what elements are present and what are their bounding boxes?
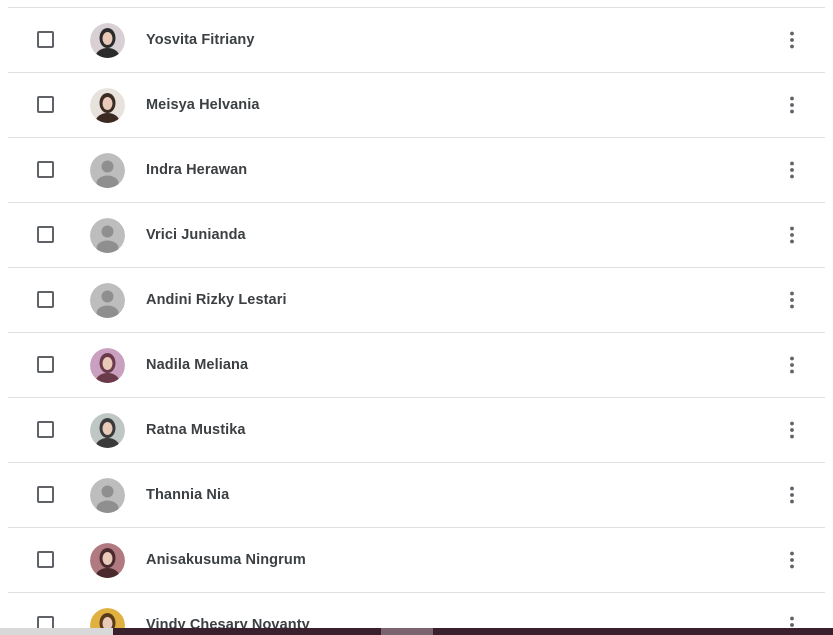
checkbox-unchecked-icon[interactable] xyxy=(37,551,54,568)
checkbox-unchecked-icon[interactable] xyxy=(37,356,54,373)
checkbox-unchecked-icon[interactable] xyxy=(37,96,54,113)
more-vert-icon[interactable] xyxy=(780,418,804,442)
list-item[interactable]: Nadila Meliana xyxy=(8,333,825,398)
default-avatar-icon xyxy=(90,218,125,253)
default-avatar-icon xyxy=(90,153,125,188)
checkbox-unchecked-icon[interactable] xyxy=(37,226,54,243)
more-vert-icon[interactable] xyxy=(780,93,804,117)
list-item[interactable]: Thannia Nia xyxy=(8,463,825,528)
list-item[interactable]: Ratna Mustika xyxy=(8,398,825,463)
taskbar-active-app[interactable] xyxy=(381,628,433,635)
more-vert-icon[interactable] xyxy=(780,353,804,377)
default-avatar-icon xyxy=(90,478,125,513)
checkbox-unchecked-icon[interactable] xyxy=(37,421,54,438)
default-avatar-icon xyxy=(90,283,125,318)
taskbar xyxy=(0,628,833,635)
list-item[interactable]: Meisya Helvania xyxy=(8,73,825,138)
checkbox-unchecked-icon[interactable] xyxy=(37,161,54,178)
person-name: Meisya Helvania xyxy=(146,97,260,113)
person-name: Vrici Junianda xyxy=(146,227,246,243)
more-vert-icon[interactable] xyxy=(780,483,804,507)
checkbox-unchecked-icon[interactable] xyxy=(37,291,54,308)
more-vert-icon[interactable] xyxy=(780,28,804,52)
person-name: Anisakusuma Ningrum xyxy=(146,552,306,568)
avatar xyxy=(90,88,125,123)
person-name: Thannia Nia xyxy=(146,487,230,503)
more-vert-icon[interactable] xyxy=(780,158,804,182)
list-item[interactable]: Andini Rizky Lestari xyxy=(8,268,825,333)
avatar xyxy=(90,413,125,448)
people-list: Yosvita Fitriany Meisya Helvania Indra Her… xyxy=(0,0,833,635)
taskbar-app-strip xyxy=(113,628,833,635)
avatar xyxy=(90,23,125,58)
person-name: Andini Rizky Lestari xyxy=(146,292,287,308)
list-item[interactable]: Vrici Junianda xyxy=(8,203,825,268)
person-name: Yosvita Fitriany xyxy=(146,32,255,48)
more-vert-icon[interactable] xyxy=(780,548,804,572)
person-name: Ratna Mustika xyxy=(146,422,246,438)
avatar xyxy=(90,543,125,578)
list-item[interactable]: Anisakusuma Ningrum xyxy=(8,528,825,593)
person-name: Indra Herawan xyxy=(146,162,248,178)
checkbox-unchecked-icon[interactable] xyxy=(37,486,54,503)
avatar xyxy=(90,348,125,383)
list-item[interactable]: Indra Herawan xyxy=(8,138,825,203)
checkbox-unchecked-icon[interactable] xyxy=(37,31,54,48)
more-vert-icon[interactable] xyxy=(780,223,804,247)
list-item[interactable]: Yosvita Fitriany xyxy=(8,8,825,73)
more-vert-icon[interactable] xyxy=(780,288,804,312)
person-name: Nadila Meliana xyxy=(146,357,249,373)
